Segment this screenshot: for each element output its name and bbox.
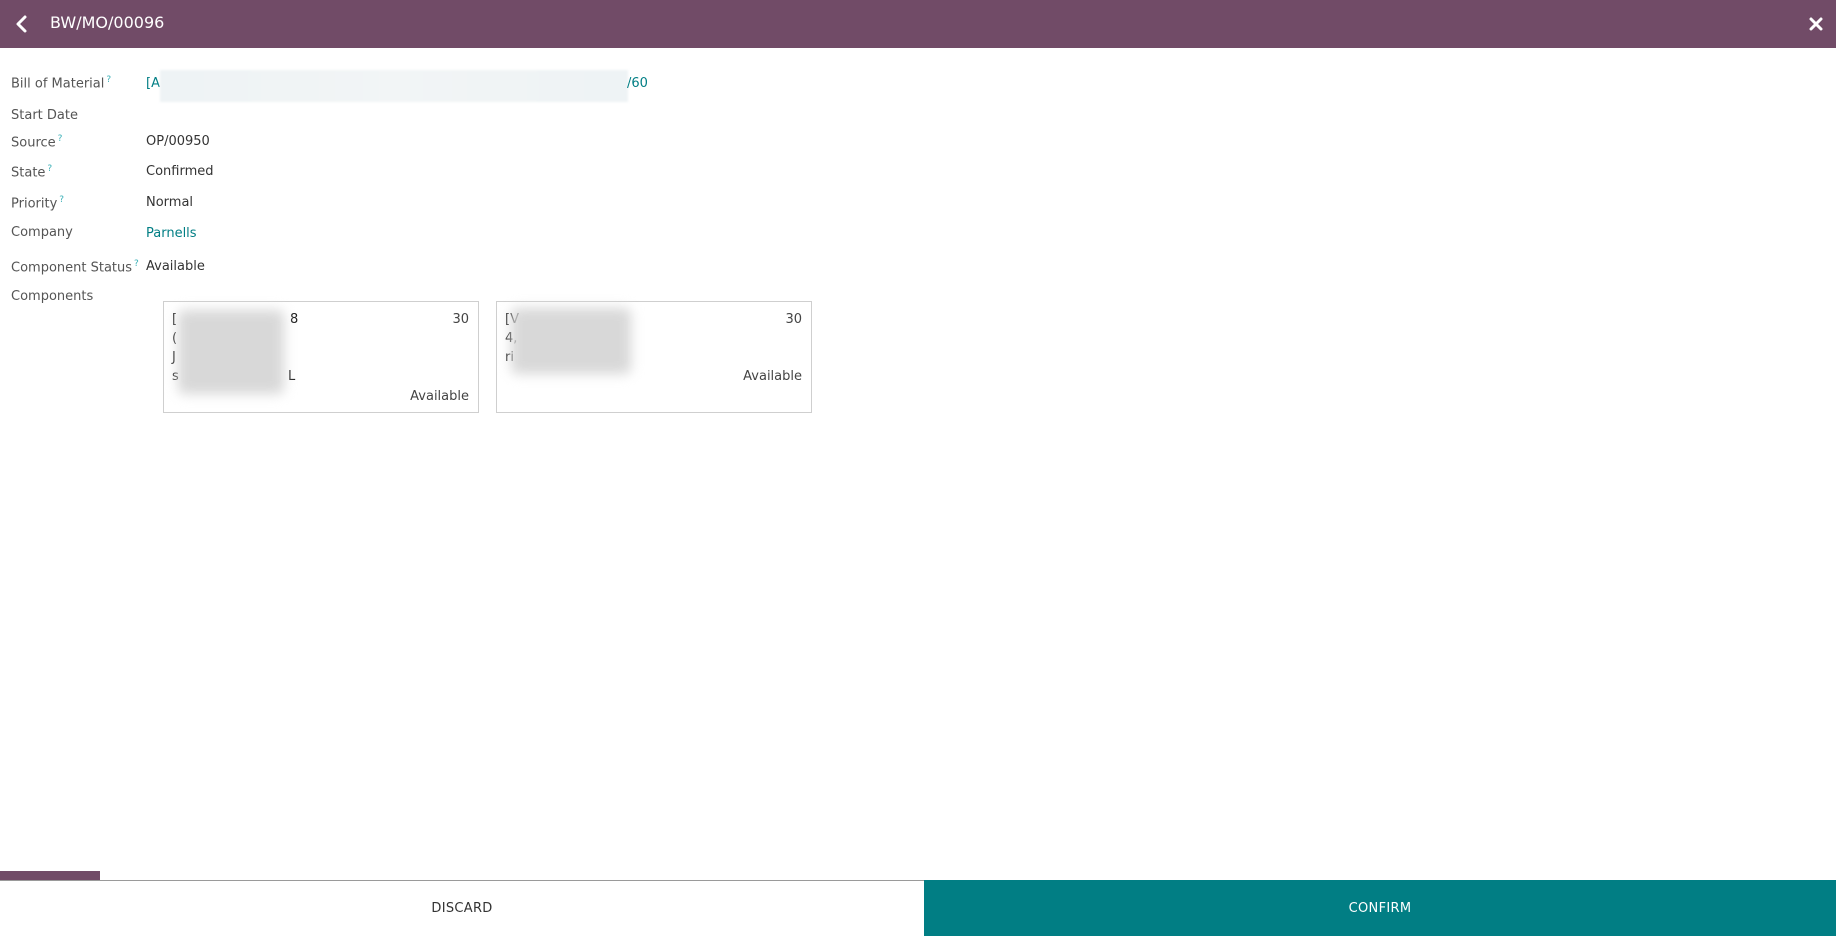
component-name-line-end: L [288, 369, 296, 384]
help-tooltip-icon[interactable]: ? [134, 259, 139, 269]
close-icon [1809, 17, 1823, 31]
component-availability: Available [743, 369, 802, 384]
component-name-line: J [172, 350, 176, 365]
component-name-line: ( [172, 331, 178, 346]
component-quantity: 30 [452, 312, 469, 327]
close-button[interactable] [1806, 14, 1826, 34]
discard-button[interactable]: DISCARD [0, 881, 924, 936]
help-tooltip-icon[interactable]: ? [58, 134, 63, 144]
component-status-label: Component Status? [11, 259, 139, 275]
bill-of-material-label: Bill of Material? [11, 75, 111, 91]
component-status-value: Available [146, 259, 205, 274]
label-text: Source [11, 135, 56, 151]
bom-text-end[interactable]: /60 [627, 76, 648, 91]
label-text: Company [11, 225, 73, 240]
redacted-region [160, 70, 628, 102]
component-card[interactable]: [V 4, ri 30 Available [496, 301, 812, 413]
redacted-region [178, 310, 284, 394]
label-text: Component Status [11, 260, 133, 276]
back-button[interactable] [10, 12, 34, 36]
company-value[interactable]: Parnells [146, 226, 197, 241]
help-tooltip-icon[interactable]: ? [47, 164, 52, 174]
label-text: Components [11, 289, 94, 304]
label-text: Start Date [11, 108, 78, 123]
state-label: State? [11, 164, 52, 180]
page-title: BW/MO/00096 [50, 13, 165, 32]
confirm-button[interactable]: CONFIRM [924, 880, 1836, 936]
component-availability: Available [410, 389, 469, 404]
component-name-line-end: 8 [290, 312, 299, 327]
chevron-left-icon [16, 15, 27, 33]
label-text: Bill of Material [11, 76, 105, 92]
help-tooltip-icon[interactable]: ? [59, 195, 64, 205]
dialog-header: BW/MO/00096 [0, 0, 1836, 48]
source-value: OP/00950 [146, 134, 210, 149]
component-quantity: 30 [785, 312, 802, 327]
components-label: Components [11, 289, 93, 304]
source-label: Source? [11, 134, 62, 150]
start-date-label: Start Date [11, 108, 78, 123]
component-name-line: [ [172, 312, 178, 327]
bom-text-start: [A [146, 76, 160, 91]
priority-value[interactable]: Normal [146, 195, 193, 210]
label-text: Priority [11, 196, 58, 212]
bill-of-material-value[interactable]: [A [146, 76, 160, 91]
priority-label: Priority? [11, 195, 64, 211]
state-value: Confirmed [146, 164, 214, 179]
debug-tab-indicator [0, 871, 100, 880]
help-tooltip-icon[interactable]: ? [106, 75, 111, 85]
redacted-region [511, 308, 631, 374]
label-text: State [11, 165, 46, 181]
component-card[interactable]: [ 8 ( J s L 30 Available [163, 301, 479, 413]
company-label: Company [11, 225, 73, 240]
